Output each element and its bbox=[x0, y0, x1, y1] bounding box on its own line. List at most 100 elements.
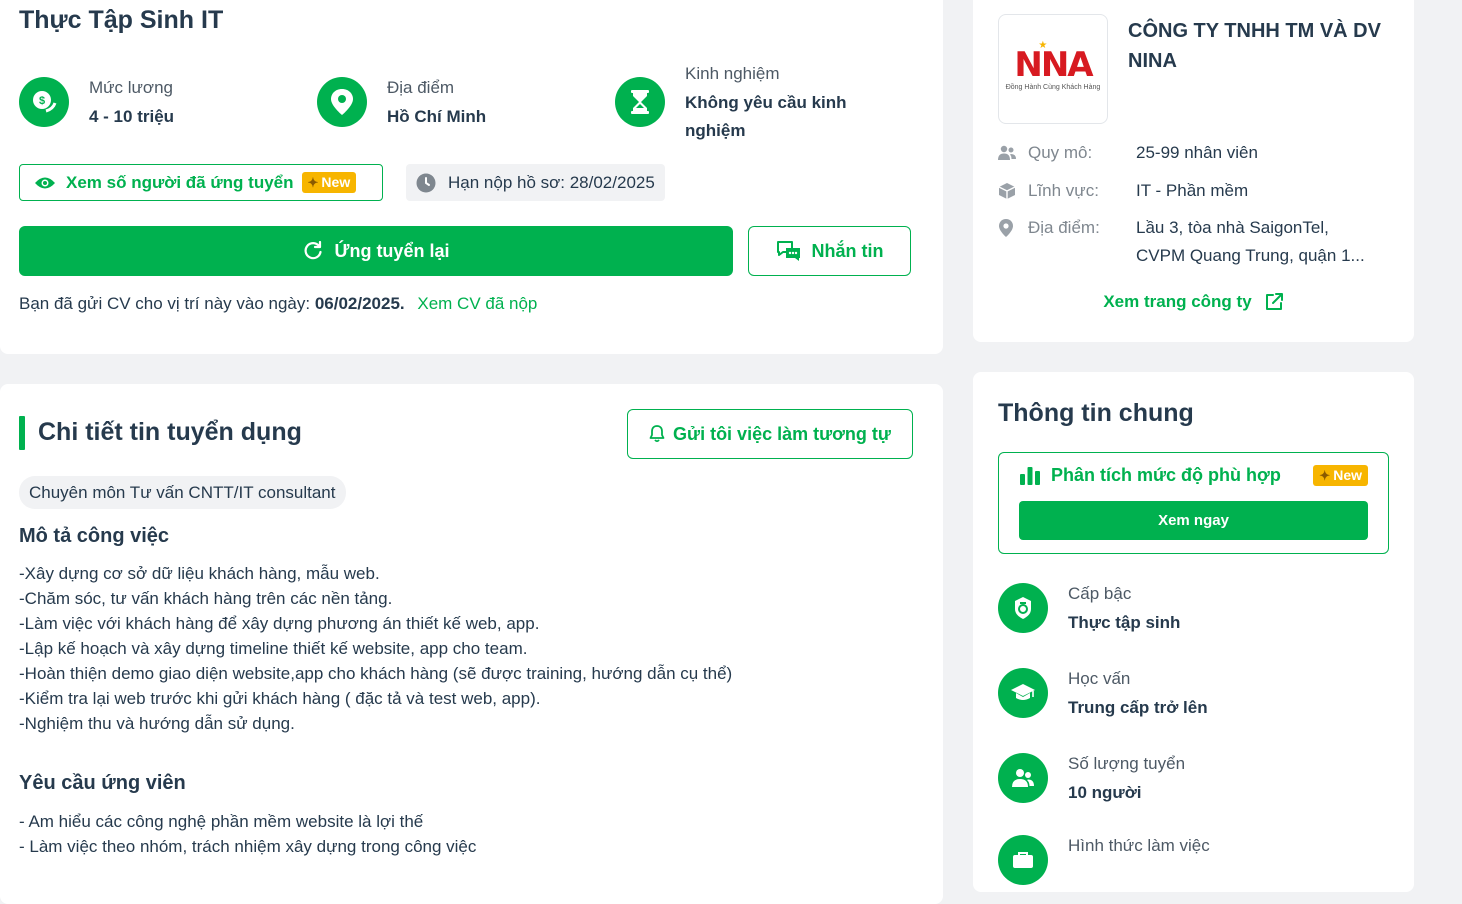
list-item: - Làm việc theo nhóm, trách nhiệm xây dự… bbox=[19, 837, 477, 856]
view-submitted-cv-link[interactable]: Xem CV đã nộp bbox=[417, 294, 537, 313]
notify-label: Gửi tôi việc làm tương tự bbox=[673, 423, 891, 444]
list-item: -Nghiệm thu và hướng dẫn sử dụng. bbox=[19, 714, 295, 733]
users-icon bbox=[998, 753, 1048, 803]
company-card: ★ NNA Đồng Hành Cùng Khách Hàng CÔNG TY … bbox=[973, 0, 1414, 342]
general-info-title: Thông tin chung bbox=[998, 399, 1194, 427]
view-company-page-link[interactable]: Xem trang công ty bbox=[973, 292, 1414, 312]
quantity-value: 10 người bbox=[1068, 783, 1142, 802]
level-value: Thực tập sinh bbox=[1068, 613, 1181, 632]
experience-value-line2: nghiệm bbox=[685, 121, 746, 140]
company-size-label: Quy mô: bbox=[1028, 143, 1093, 162]
new-badge: ✦ New bbox=[301, 172, 357, 193]
message-button[interactable]: Nhắn tin bbox=[748, 226, 911, 276]
description-list: -Xây dựng cơ sở dữ liệu khách hàng, mẫu … bbox=[19, 561, 732, 736]
list-item: - Am hiểu các công nghệ phần mềm website… bbox=[19, 812, 424, 831]
location-info: Địa điểm Hồ Chí Minh bbox=[317, 77, 486, 131]
salary-info: $ Mức lương 4 - 10 triệu bbox=[19, 77, 174, 131]
view-company-page-label: Xem trang công ty bbox=[1103, 292, 1252, 311]
company-field-row: Lĩnh vực: IT - Phần mềm bbox=[998, 177, 1406, 205]
chat-icon bbox=[776, 241, 800, 261]
description-title: Mô tả công việc bbox=[19, 525, 170, 547]
company-address-row: Địa điểm: Lầu 3, tòa nhà SaigonTel, CVPM… bbox=[998, 214, 1406, 270]
location-value: Hồ Chí Minh bbox=[387, 107, 487, 126]
job-header-card: Thực Tập Sinh IT $ Mức lương 4 - 10 triệ… bbox=[0, 0, 943, 354]
list-item: -Xây dựng cơ sở dữ liệu khách hàng, mẫu … bbox=[19, 564, 380, 583]
company-address-label: Địa điểm: bbox=[1028, 218, 1100, 237]
education-info: Học vấn Trung cấp trở lên bbox=[998, 668, 1208, 722]
reapply-label: Ứng tuyển lại bbox=[334, 240, 450, 261]
job-detail-card: Chi tiết tin tuyển dụng Gửi tôi việc làm… bbox=[0, 384, 943, 904]
company-field-label: Lĩnh vực: bbox=[1028, 181, 1099, 200]
bar-chart-icon bbox=[1020, 466, 1040, 485]
level-label: Cấp bậc bbox=[1068, 584, 1132, 603]
logo-mark: NNA bbox=[1014, 44, 1093, 85]
fit-analysis-box: Phân tích mức độ phù hợp ✦ New Xem ngay bbox=[998, 452, 1389, 554]
company-logo[interactable]: ★ NNA Đồng Hành Cùng Khách Hàng bbox=[998, 14, 1108, 124]
svg-text:$: $ bbox=[39, 95, 45, 107]
specialty-tag[interactable]: Chuyên môn Tư vấn CNTT/IT consultant bbox=[19, 476, 346, 509]
deadline-badge: Hạn nộp hồ sơ: 28/02/2025 bbox=[406, 164, 665, 201]
external-link-icon bbox=[1265, 293, 1283, 310]
company-size-value: 25-99 nhân viên bbox=[1136, 143, 1258, 162]
users-icon bbox=[998, 139, 1020, 167]
new-badge-label: New bbox=[1333, 467, 1362, 483]
section-accent-bar bbox=[19, 416, 25, 450]
company-address-value: Lầu 3, tòa nhà SaigonTel, CVPM Quang Tru… bbox=[1136, 214, 1406, 270]
experience-value: Không yêu cầu kinh nghiệm bbox=[685, 89, 847, 145]
requirements-title: Yêu cầu ứng viên bbox=[19, 772, 186, 794]
experience-value-line1: Không yêu cầu kinh bbox=[685, 93, 847, 112]
worktype-info: Hình thức làm việc bbox=[998, 835, 1210, 885]
level-info: Cấp bậc Thực tập sinh bbox=[998, 583, 1180, 637]
company-field-value: IT - Phần mềm bbox=[1136, 181, 1249, 200]
education-value: Trung cấp trở lên bbox=[1068, 698, 1208, 717]
bell-icon bbox=[649, 425, 665, 443]
salary-value: 4 - 10 triệu bbox=[89, 107, 175, 126]
hourglass-icon bbox=[615, 77, 665, 127]
view-applicants-button[interactable]: Xem số người đã ứng tuyển ✦ New bbox=[19, 164, 383, 201]
graduation-cap-icon bbox=[998, 668, 1048, 718]
requirements-list: - Am hiểu các công nghệ phần mềm website… bbox=[19, 809, 476, 859]
list-item: -Kiểm tra lại web trước khi gửi khách hà… bbox=[19, 689, 541, 708]
experience-label: Kinh nghiệm bbox=[685, 64, 780, 83]
company-size-row: Quy mô: 25-99 nhân viên bbox=[998, 139, 1406, 167]
cube-icon bbox=[998, 177, 1020, 205]
refresh-icon bbox=[304, 241, 322, 260]
view-applicants-label: Xem số người đã ứng tuyển bbox=[66, 172, 294, 192]
quantity-info: Số lượng tuyển 10 người bbox=[998, 753, 1185, 807]
eye-icon bbox=[35, 177, 55, 188]
message-label: Nhắn tin bbox=[811, 240, 884, 261]
salary-label: Mức lương bbox=[89, 78, 173, 97]
list-item: -Hoàn thiện demo giao diện website,app c… bbox=[19, 664, 733, 683]
badge-icon bbox=[998, 583, 1048, 633]
logo-tagline: Đồng Hành Cùng Khách Hàng bbox=[1005, 83, 1101, 91]
location-pin-icon bbox=[998, 214, 1020, 242]
general-info-card: Thông tin chung Phân tích mức độ phù hợp… bbox=[973, 372, 1414, 892]
clock-icon bbox=[416, 173, 436, 192]
detail-title: Chi tiết tin tuyển dụng bbox=[38, 418, 302, 446]
job-title: Thực Tập Sinh IT bbox=[19, 6, 224, 34]
company-name[interactable]: CÔNG TY TNHH TM VÀ DV NINA bbox=[1128, 16, 1398, 76]
sent-cv-prefix: Bạn đã gửi CV cho vị trí này vào ngày: bbox=[19, 294, 311, 313]
star-icon: ★ bbox=[1038, 39, 1048, 51]
quantity-label: Số lượng tuyển bbox=[1068, 754, 1186, 773]
sparkle-icon: ✦ bbox=[1319, 468, 1331, 483]
location-pin-icon bbox=[317, 77, 367, 127]
sent-cv-note: Bạn đã gửi CV cho vị trí này vào ngày: 0… bbox=[19, 294, 537, 314]
fit-analysis-header: Phân tích mức độ phù hợp bbox=[1019, 465, 1281, 486]
sent-cv-date: 06/02/2025. bbox=[314, 294, 405, 313]
list-item: -Làm việc với khách hàng để xây dựng phư… bbox=[19, 614, 540, 633]
briefcase-icon bbox=[998, 835, 1048, 885]
money-icon: $ bbox=[19, 77, 69, 127]
new-badge-label: New bbox=[321, 174, 351, 190]
view-now-button[interactable]: Xem ngay bbox=[1019, 501, 1368, 540]
company-address-line2: CVPM Quang Trung, quận 1... bbox=[1136, 246, 1365, 265]
company-address-line1: Lầu 3, tòa nhà SaigonTel, bbox=[1136, 218, 1329, 237]
education-label: Học vấn bbox=[1068, 669, 1131, 688]
experience-info: Kinh nghiệm Không yêu cầu kinh nghiệm bbox=[615, 63, 847, 145]
new-badge: ✦ New bbox=[1313, 465, 1368, 486]
deadline-text: Hạn nộp hồ sơ: 28/02/2025 bbox=[448, 172, 655, 192]
worktype-label: Hình thức làm việc bbox=[1068, 836, 1210, 855]
notify-similar-jobs-button[interactable]: Gửi tôi việc làm tương tự bbox=[627, 409, 913, 459]
reapply-button[interactable]: Ứng tuyển lại bbox=[19, 226, 733, 276]
location-label: Địa điểm bbox=[387, 78, 455, 97]
